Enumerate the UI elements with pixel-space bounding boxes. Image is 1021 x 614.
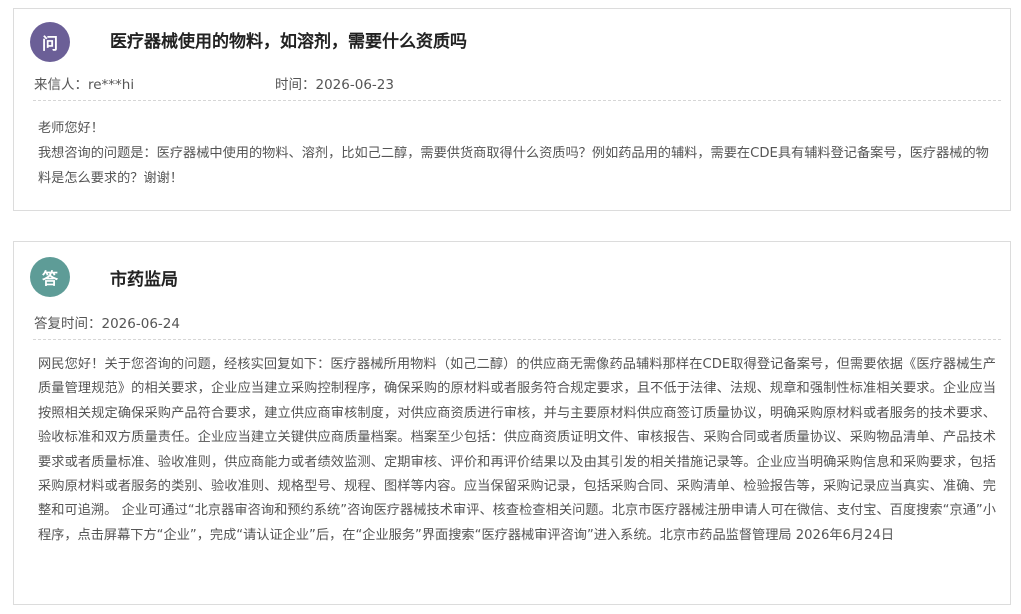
answer-badge: 答: [30, 257, 70, 297]
sender-info: 来信人：re***hi: [34, 74, 134, 96]
question-content: 我想咨询的问题是：医疗器械中使用的物料、溶剂，比如己二醇，需要供货商取得什么资质…: [38, 146, 989, 186]
answer-content: 网民您好！关于您咨询的问题，经核实回复如下：医疗器械所用物料（如己二醇）的供应商…: [38, 357, 996, 543]
reply-time-label: 答复时间：: [34, 316, 102, 332]
answer-department: 市药监局: [110, 270, 178, 290]
time-label: 时间：: [275, 77, 316, 93]
sender-label: 来信人：: [34, 77, 88, 93]
question-time: 时间：2026-06-23: [275, 74, 394, 96]
answer-card: 答 市药监局 答复时间：2026-06-24 网民您好！关于您咨询的问题，经核实…: [13, 241, 1011, 605]
question-card: 问 医疗器械使用的物料，如溶剂，需要什么资质吗 来信人：re***hi 时间：2…: [13, 8, 1011, 211]
question-badge: 问: [30, 22, 70, 62]
answer-body: 网民您好！关于您咨询的问题，经核实回复如下：医疗器械所用物料（如己二醇）的供应商…: [38, 353, 996, 548]
sender-name: re***hi: [88, 77, 135, 93]
question-meta: 来信人：re***hi 时间：2026-06-23: [33, 74, 1001, 101]
answer-meta: 答复时间：2026-06-24: [33, 313, 1001, 340]
question-body: 老师您好！ 我想咨询的问题是：医疗器械中使用的物料、溶剂，比如己二醇，需要供货商…: [38, 116, 993, 191]
question-title: 医疗器械使用的物料，如溶剂，需要什么资质吗: [110, 32, 467, 52]
reply-time: 答复时间：2026-06-24: [34, 313, 180, 335]
reply-time-value: 2026-06-24: [101, 316, 180, 332]
time-value: 2026-06-23: [315, 77, 394, 93]
question-greeting: 老师您好！: [38, 121, 104, 136]
